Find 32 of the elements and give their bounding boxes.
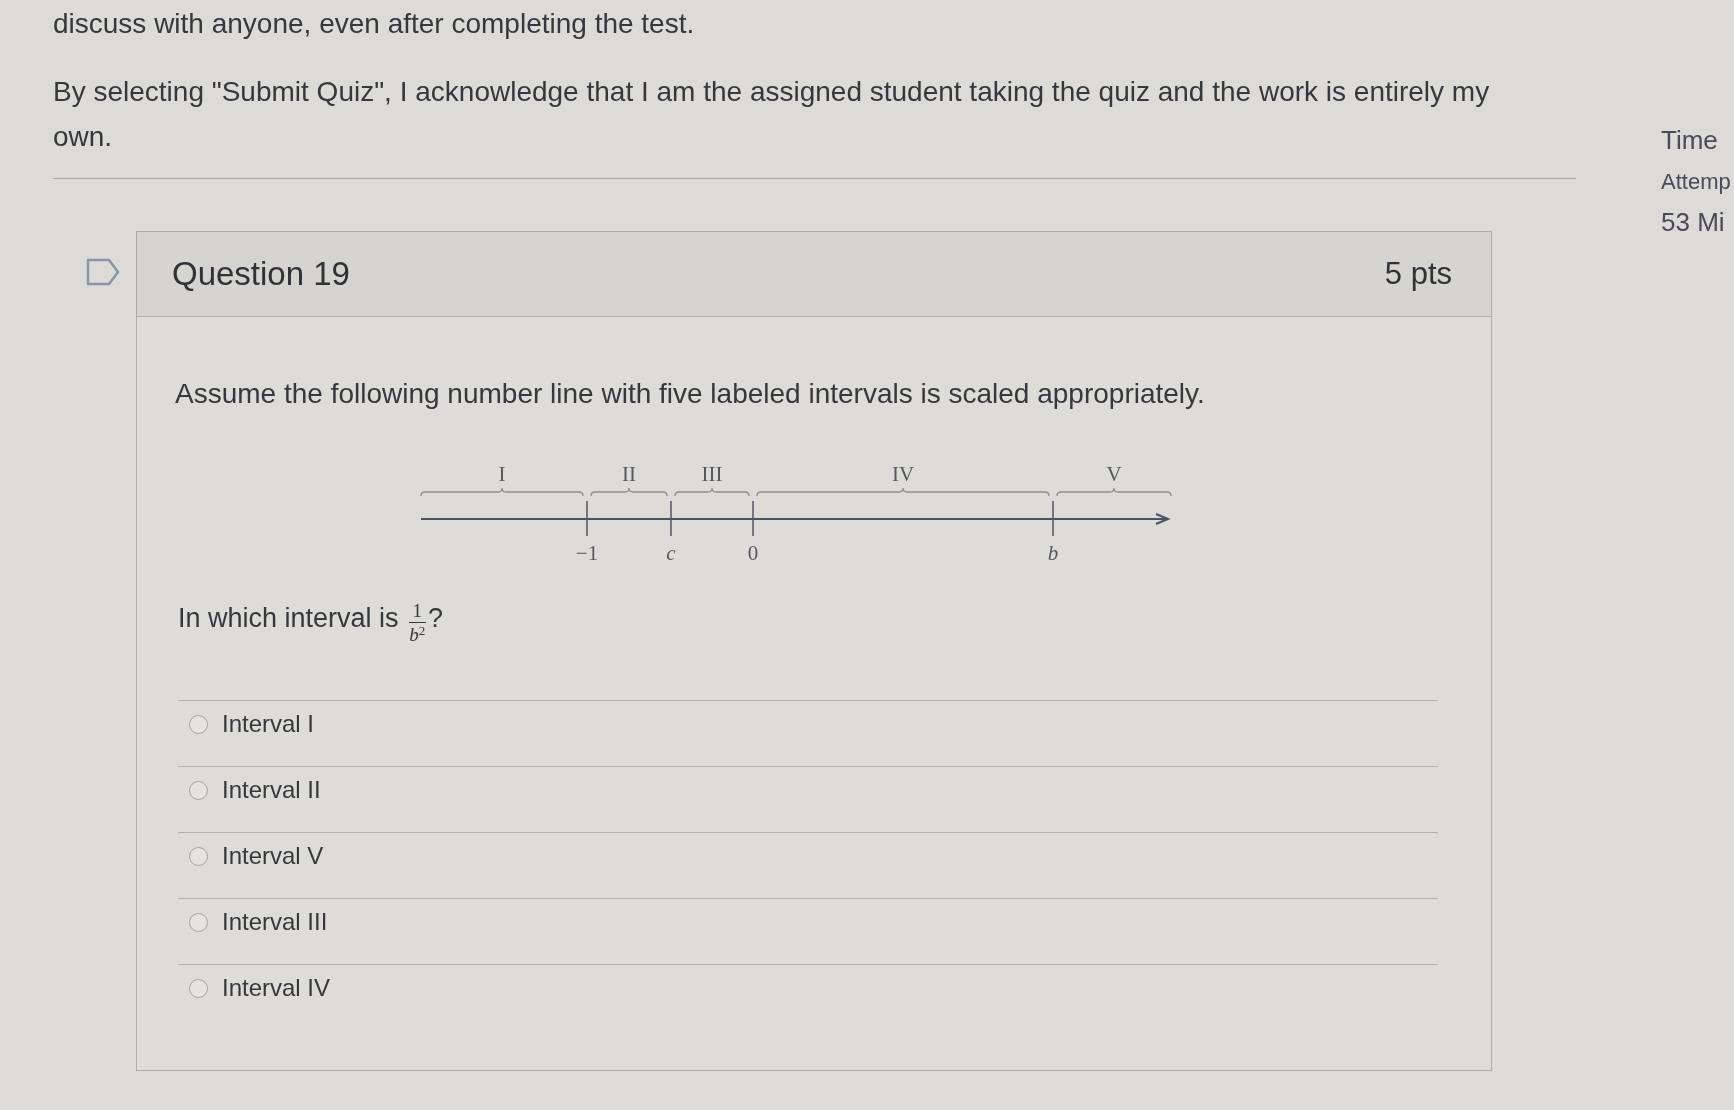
- tick-label: b: [1047, 541, 1059, 565]
- attempt-label: Attemp: [1661, 168, 1731, 196]
- tick-mark: [586, 500, 588, 537]
- interval-label: IV: [891, 462, 915, 486]
- interval-label: I: [498, 462, 506, 486]
- acknowledgement-text: By selecting "Submit Quiz", I acknowledge that I am the assigned student taking the quiz and the work is entirely my own.: [53, 75, 1491, 154]
- timer-value: 53 Mi: [1661, 206, 1726, 239]
- option-label[interactable]: Interval IV: [222, 973, 331, 1003]
- question-title: Question 19: [172, 255, 350, 293]
- question-text: Assume the following number line with five labeled intervals is scaled appropriately.: [175, 377, 1206, 411]
- option-label[interactable]: Interval II: [222, 775, 321, 805]
- option-label[interactable]: Interval V: [222, 841, 324, 871]
- tick-label: 0: [747, 541, 759, 565]
- radio-button[interactable]: [189, 912, 208, 932]
- interval-label: II: [622, 462, 636, 486]
- radio-button[interactable]: [189, 978, 208, 998]
- option-label[interactable]: Interval I: [222, 709, 315, 739]
- tick-label: c: [666, 541, 676, 565]
- instruction-text: discuss with anyone, even after completing the test.: [53, 7, 696, 41]
- radio-button[interactable]: [189, 714, 208, 734]
- tick-mark: [670, 500, 672, 537]
- interval-label: V: [1106, 462, 1122, 486]
- radio-button[interactable]: [189, 846, 208, 866]
- timer-label: Time: [1661, 124, 1719, 157]
- flag-icon[interactable]: [86, 258, 120, 286]
- tick-mark: [752, 500, 754, 537]
- interval-label: III: [701, 462, 723, 486]
- tick-mark: [1052, 500, 1054, 537]
- question-points: 5 pts: [1384, 256, 1452, 292]
- tick-label: −1: [575, 541, 599, 565]
- option-label[interactable]: Interval III: [222, 907, 328, 937]
- radio-button[interactable]: [189, 780, 208, 800]
